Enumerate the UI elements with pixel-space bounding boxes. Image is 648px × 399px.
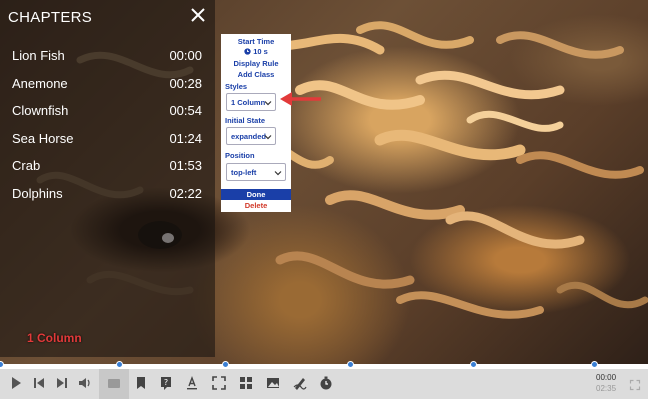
initial-state-label: Initial State (225, 116, 266, 125)
close-icon[interactable] (189, 6, 207, 24)
chapter-item[interactable]: Sea Horse 01:24 (12, 131, 202, 151)
chapter-name: Crab (12, 158, 41, 173)
styles-select[interactable]: 1 Column (226, 93, 276, 111)
styles-label: Styles (225, 82, 248, 91)
initial-state-select[interactable]: expanded (226, 127, 276, 145)
quiz-icon[interactable]: ? (158, 375, 174, 391)
initial-state-select-value: expanded (231, 132, 267, 141)
chevron-down-icon (264, 101, 272, 106)
video-frame[interactable]: CHAPTERS Lion Fish 00:00 Anemone 00:28 C… (0, 0, 648, 365)
styles-select-value: 1 Column (231, 98, 266, 107)
chapter-item[interactable]: Crab 01:53 (12, 158, 202, 178)
timer-icon[interactable] (318, 375, 334, 391)
volume-icon[interactable] (77, 375, 93, 391)
crop-icon[interactable] (211, 375, 227, 391)
chapter-name: Anemone (12, 76, 68, 91)
captions-button[interactable] (99, 369, 129, 399)
chapter-time: 00:00 (169, 48, 202, 63)
layout-icon[interactable] (238, 375, 254, 391)
current-time: 00:00 (596, 373, 617, 382)
draw-icon[interactable] (292, 375, 308, 391)
skip-forward-icon[interactable] (54, 375, 70, 391)
start-time-value[interactable]: 10 s (221, 47, 291, 56)
chapter-marker[interactable] (222, 361, 229, 368)
chapter-marker[interactable] (116, 361, 123, 368)
chapter-name: Sea Horse (12, 131, 74, 146)
skip-back-icon[interactable] (31, 375, 47, 391)
chapter-item[interactable]: Lion Fish 00:00 (12, 48, 202, 68)
style-preview-label: 1 Column (27, 331, 82, 345)
captions-icon (108, 379, 120, 388)
svg-text:?: ? (164, 378, 168, 387)
chapter-time: 01:24 (169, 131, 202, 146)
clock-icon (244, 48, 251, 55)
chapter-name: Dolphins (12, 186, 63, 201)
chevron-down-icon (274, 171, 282, 176)
chapter-item[interactable]: Dolphins 02:22 (12, 186, 202, 206)
fullscreen-icon[interactable] (629, 379, 641, 391)
delete-button[interactable]: Delete (221, 201, 291, 211)
chapter-time: 02:22 (169, 186, 202, 201)
chevron-down-icon (264, 135, 272, 140)
position-select[interactable]: top-left (226, 163, 286, 181)
add-class-link[interactable]: Add Class (221, 70, 291, 79)
start-time-link[interactable]: Start Time (221, 37, 291, 46)
position-label: Position (225, 151, 255, 160)
player-controls: ? 00:00 02:35 (0, 369, 648, 399)
chapter-name: Clownfish (12, 103, 69, 118)
chapter-marker[interactable] (470, 361, 477, 368)
chapter-marker[interactable] (591, 361, 598, 368)
chapter-time: 01:53 (169, 158, 202, 173)
bookmark-icon[interactable] (133, 375, 149, 391)
chapter-settings-panel: Start Time 10 s Display Rule Add Class S… (221, 34, 291, 212)
duration: 02:35 (596, 384, 617, 393)
chapters-title: CHAPTERS (8, 9, 93, 26)
chapter-time: 00:28 (169, 76, 202, 91)
chapter-item[interactable]: Clownfish 00:54 (12, 103, 202, 123)
play-icon[interactable] (8, 375, 24, 391)
position-select-value: top-left (231, 168, 257, 177)
done-button[interactable]: Done (221, 189, 291, 200)
text-icon[interactable] (184, 375, 200, 391)
start-time-text: 10 s (253, 47, 268, 56)
display-rule-link[interactable]: Display Rule (221, 59, 291, 68)
chapter-marker[interactable] (0, 361, 4, 368)
image-icon[interactable] (265, 375, 281, 391)
chapter-item[interactable]: Anemone 00:28 (12, 76, 202, 96)
chapter-time: 00:54 (169, 103, 202, 118)
chapter-marker[interactable] (347, 361, 354, 368)
annotation-arrow-icon (280, 92, 321, 106)
chapters-panel: CHAPTERS Lion Fish 00:00 Anemone 00:28 C… (0, 0, 215, 357)
chapter-name: Lion Fish (12, 48, 65, 63)
